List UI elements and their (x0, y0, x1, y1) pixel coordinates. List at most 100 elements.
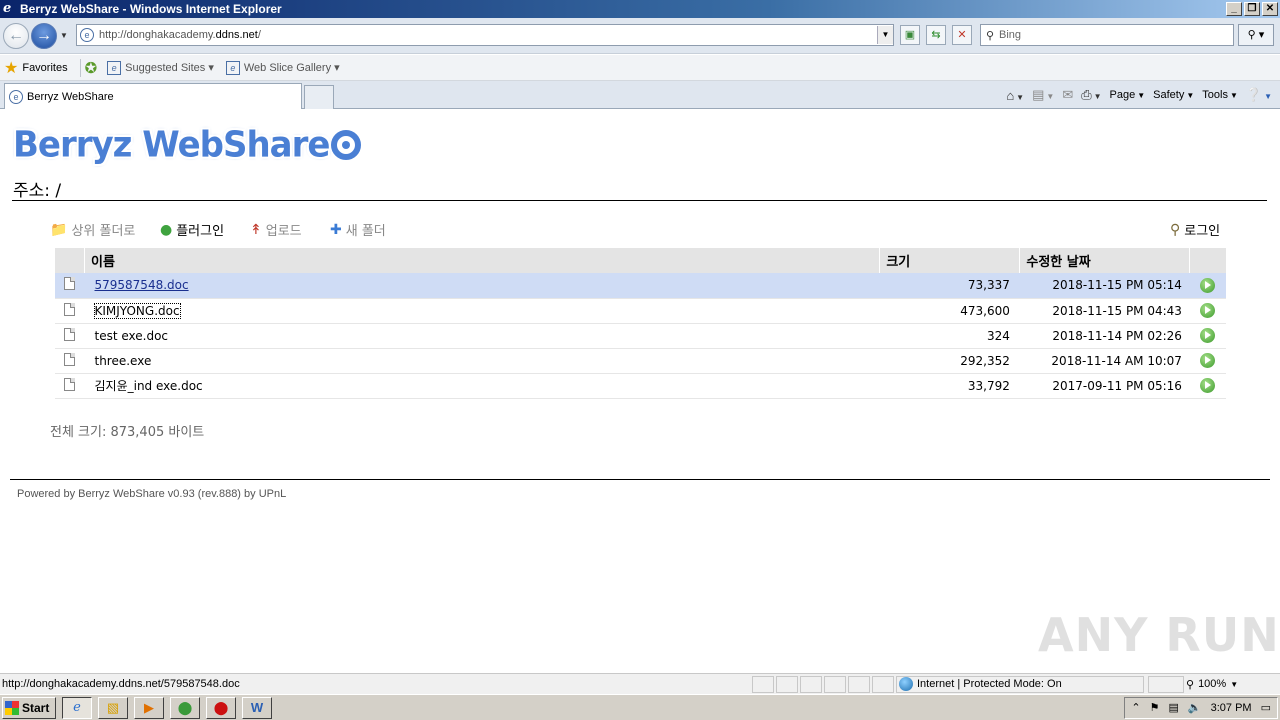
modified-column-header[interactable]: 수정한 날짜 (1019, 248, 1190, 273)
taskbar-explorer-button[interactable]: ▧ (98, 696, 128, 719)
security-zone[interactable]: Internet | Protected Mode: On (896, 675, 1144, 693)
plugin-button[interactable]: ● 플러그인 (160, 220, 224, 240)
protected-mode-icon[interactable] (1148, 675, 1184, 693)
opera-icon: ⬤ (213, 699, 229, 715)
media-player-icon: ▶ (144, 699, 154, 715)
file-size: 324 (879, 323, 1020, 349)
file-name-link[interactable]: 김지윤_ind exe.doc (95, 379, 203, 393)
taskbar: Start e ▧ ▶ ⬤ ⬤ W ⌃ ⚑ ▤ 🔈 3:07 PM ▭ (0, 694, 1280, 720)
file-size: 473,600 (879, 298, 1020, 324)
status-pane (800, 675, 822, 693)
recent-pages-dropdown[interactable]: ▼ (60, 31, 68, 40)
status-bar: http://donghakacademy.ddns.net/579587548… (0, 673, 1280, 694)
tools-menu[interactable]: Tools ▼ (1202, 89, 1238, 101)
file-toolbar: 📁 상위 폴더로 ● 플러그인 ↟ 업로드 ✚ 새 폴더 ⚲ 로그인 (50, 220, 1230, 244)
file-name-link[interactable]: KIMJYONG.doc (93, 302, 181, 319)
command-bar: ⌂ ▼ ▤ ▼ ✉ ⎙ ▼ Page ▼ Safety ▼ Tools ▼ ❔ ▼ (1006, 85, 1272, 105)
document-icon (64, 352, 75, 366)
login-button[interactable]: ⚲ 로그인 (1170, 220, 1220, 240)
file-size: 292,352 (879, 348, 1020, 374)
page-menu[interactable]: Page ▼ (1110, 89, 1146, 101)
search-input[interactable]: ⚲ Bing (980, 24, 1234, 46)
table-row[interactable]: 김지윤_ind exe.doc 33,792 2017-09-11 PM 05:… (54, 373, 1226, 399)
page-icon: e (80, 28, 94, 42)
size-column-header[interactable]: 크기 (879, 248, 1020, 273)
forward-button[interactable]: → (31, 23, 57, 49)
feeds-icon[interactable]: ▤ ▼ (1032, 87, 1054, 103)
file-date: 2018-11-14 PM 02:26 (1019, 323, 1190, 349)
address-url[interactable]: http://donghakacademy.ddns.net/ (99, 29, 877, 41)
zoom-control[interactable]: ⚲ 100% ▼ (1186, 678, 1238, 691)
home-icon[interactable]: ⌂ ▼ (1006, 88, 1024, 103)
file-date: 2018-11-15 PM 05:14 (1019, 273, 1190, 299)
favorites-button[interactable]: ★ Favorites (0, 58, 76, 78)
show-desktop-icon[interactable]: ▭ (1261, 701, 1271, 714)
file-date: 2018-11-14 AM 10:07 (1019, 348, 1190, 374)
mail-icon[interactable]: ✉ (1062, 87, 1073, 103)
document-icon (64, 277, 75, 291)
play-icon[interactable] (1200, 378, 1216, 393)
start-button[interactable]: Start (2, 696, 56, 719)
safety-menu[interactable]: Safety ▼ (1153, 89, 1194, 101)
close-window-button[interactable]: ✕ (1262, 2, 1278, 16)
page-content: Berryz WebShare 주소: / 📁 상위 폴더로 ● 플러그인 ↟ … (0, 110, 1280, 670)
add-to-favorites-icon[interactable]: ✪ (85, 59, 98, 77)
file-name-link[interactable]: 579587548.doc (95, 278, 189, 292)
play-icon[interactable] (1200, 328, 1216, 343)
volume-icon[interactable]: 🔈 (1188, 701, 1202, 714)
address-toolbar: ← → ▼ e http://donghakacademy.ddns.net/ … (0, 18, 1280, 54)
help-icon[interactable]: ❔ ▼ (1246, 87, 1272, 103)
back-button[interactable]: ← (3, 23, 29, 49)
restore-button[interactable]: ❐ (1244, 2, 1260, 16)
show-hidden-icons-icon[interactable]: ⌃ (1131, 701, 1140, 714)
zoom-dropdown-icon: ▼ (1230, 679, 1239, 689)
taskbar-word-button[interactable]: W (242, 696, 272, 719)
table-row[interactable]: test exe.doc 324 2018-11-14 PM 02:26 (54, 323, 1226, 349)
play-icon[interactable] (1200, 353, 1216, 368)
search-button[interactable]: ⚲ ▾ (1238, 24, 1274, 46)
system-tray: ⌃ ⚑ ▤ 🔈 3:07 PM ▭ (1124, 696, 1278, 719)
file-name-link[interactable]: test exe.doc (95, 329, 169, 343)
print-icon[interactable]: ⎙ ▼ (1081, 87, 1101, 103)
ie-page-icon: e (225, 60, 240, 75)
plus-icon: ✚ (330, 221, 342, 238)
berryz-logo[interactable]: Berryz WebShare (13, 122, 362, 168)
table-row[interactable]: three.exe 292,352 2018-11-14 AM 10:07 (54, 348, 1226, 374)
table-row[interactable]: 579587548.doc 73,337 2018-11-15 PM 05:14 (54, 273, 1226, 299)
file-table: 이름 크기 수정한 날짜 579587548.doc 73,337 2018-1… (54, 248, 1226, 399)
minimize-button[interactable]: _ (1226, 2, 1242, 16)
action-center-flag-icon[interactable]: ⚑ (1150, 701, 1160, 714)
compatibility-view-icon[interactable]: ▣ (900, 25, 920, 45)
new-tab-button[interactable] (304, 85, 334, 109)
new-folder-button[interactable]: ✚ 새 폴더 (330, 220, 386, 240)
tab-berryz-webshare[interactable]: e Berryz WebShare (4, 83, 302, 109)
address-dropdown-icon[interactable]: ▼ (877, 26, 893, 44)
play-icon[interactable] (1200, 303, 1216, 318)
logo-refresh-icon (331, 130, 362, 160)
status-pane (776, 675, 798, 693)
network-icon[interactable]: ▤ (1169, 701, 1179, 714)
web-slice-gallery-link[interactable]: e Web Slice Gallery ▾ (220, 60, 346, 75)
table-row[interactable]: KIMJYONG.doc 473,600 2018-11-15 PM 04:43 (54, 298, 1226, 324)
ie-icon: e (73, 700, 81, 715)
taskbar-ie-button[interactable]: e (62, 696, 92, 719)
ie-logo-icon: e (3, 1, 12, 16)
anyrun-watermark: ANY RUN (1038, 608, 1280, 662)
up-folder-button[interactable]: 📁 상위 폴더로 (50, 220, 135, 240)
window-title: Berryz WebShare - Windows Internet Explo… (20, 2, 282, 16)
taskbar-opera-button[interactable]: ⬤ (206, 696, 236, 719)
taskbar-media-player-button[interactable]: ▶ (134, 696, 164, 719)
address-bar[interactable]: e http://donghakacademy.ddns.net/ ▼ (76, 24, 894, 46)
clock[interactable]: 3:07 PM (1211, 702, 1252, 714)
stop-icon[interactable]: ✕ (952, 25, 972, 45)
action-column-header (1189, 248, 1226, 273)
divider (79, 58, 81, 77)
refresh-icon[interactable]: ⇆ (926, 25, 946, 45)
play-icon[interactable] (1200, 277, 1216, 293)
upload-button[interactable]: ↟ 업로드 (250, 220, 302, 240)
name-column-header[interactable]: 이름 (83, 248, 880, 273)
file-name-link[interactable]: three.exe (95, 354, 152, 368)
suggested-sites-link[interactable]: e Suggested Sites ▾ (101, 60, 220, 75)
taskbar-chrome-button[interactable]: ⬤ (170, 696, 200, 719)
status-text: http://donghakacademy.ddns.net/579587548… (2, 678, 240, 690)
